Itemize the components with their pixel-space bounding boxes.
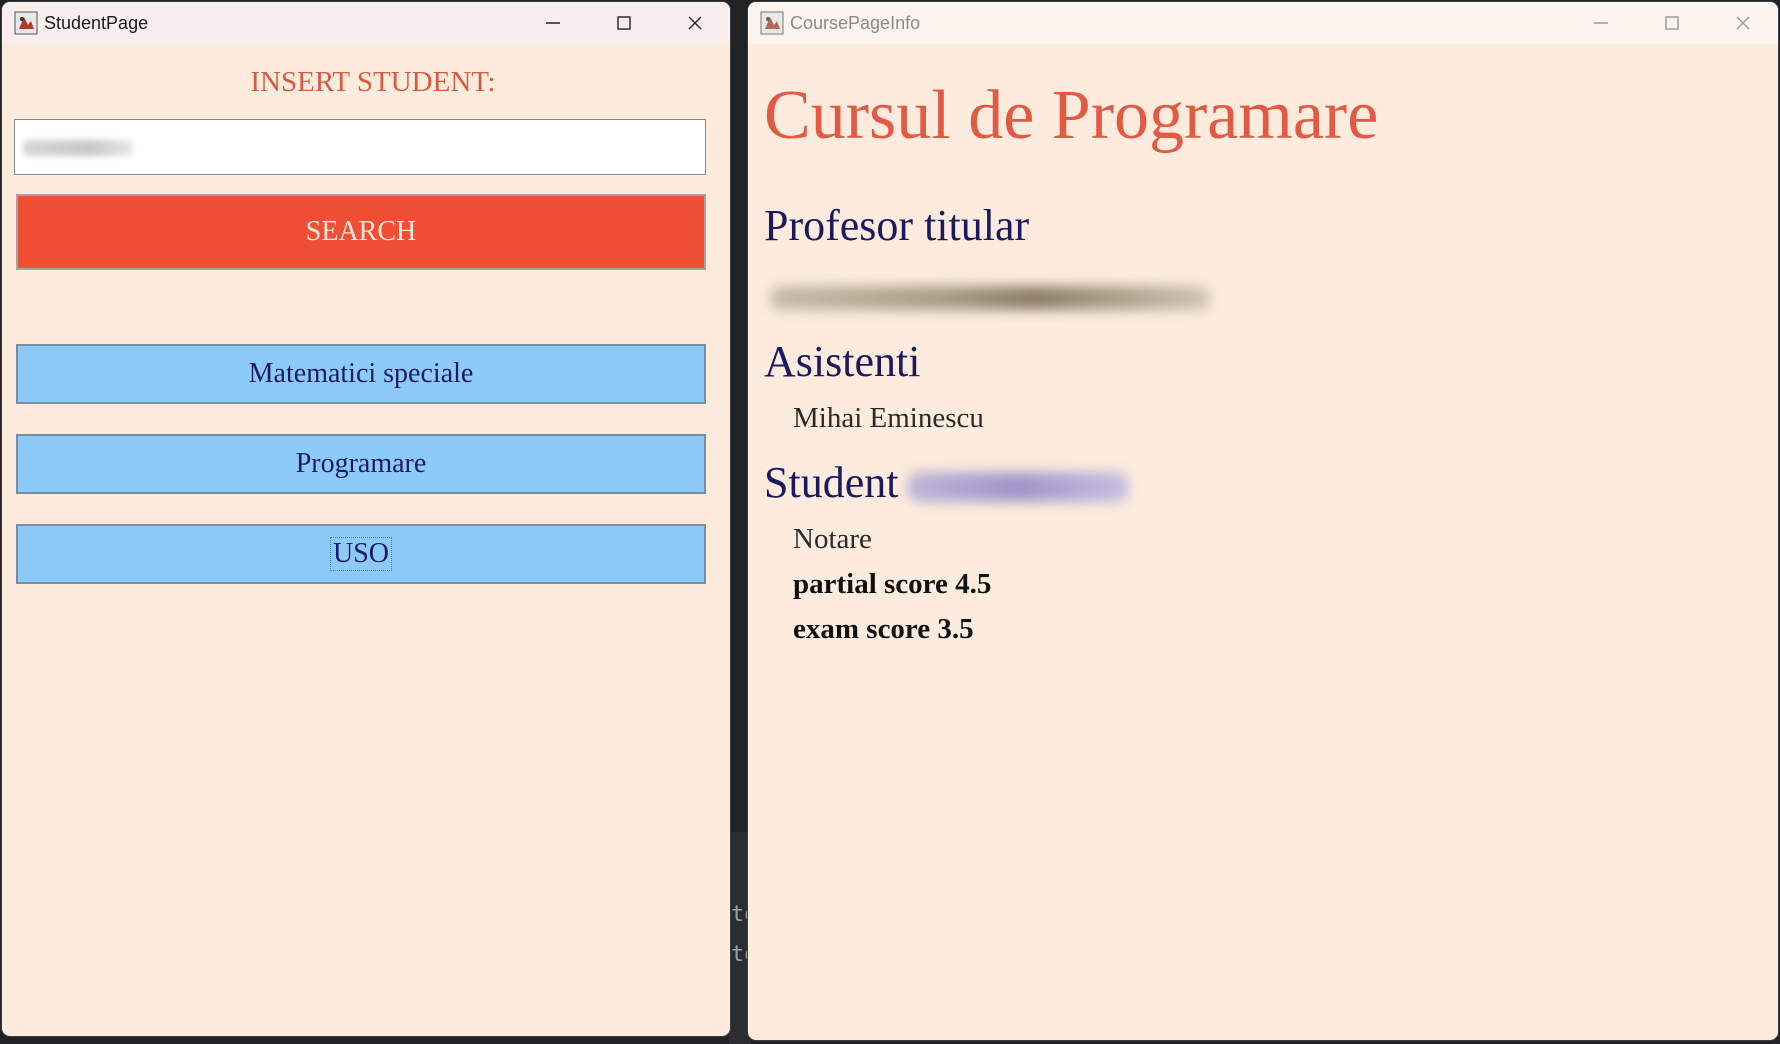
course-button-uso[interactable]: USO [16, 524, 706, 584]
course-title: Cursul de Programare [764, 77, 1379, 154]
window-title: CoursePageInfo [790, 12, 921, 33]
assistants-heading: Asistenti [764, 337, 921, 386]
assistant-name: Mihai Eminescu [793, 402, 984, 434]
java-app-icon [14, 11, 38, 35]
course-page-info-window: CoursePageInfo Cursul de Programare Prof… [748, 2, 1778, 1040]
course-button-matematici-speciale[interactable]: Matematici speciale [16, 344, 706, 404]
professor-heading: Profesor titular [764, 201, 1030, 250]
minimize-button[interactable] [1565, 2, 1636, 44]
maximize-icon [1664, 16, 1679, 30]
minimize-icon [545, 22, 560, 24]
title-bar[interactable]: StudentPage [2, 2, 730, 44]
redacted-professor-name [770, 286, 1210, 310]
course-button-label: Matematici speciale [248, 358, 474, 389]
course-button-label: Programare [295, 448, 427, 479]
maximize-icon [616, 16, 631, 30]
student-page-window: StudentPage INSERT STUDENT: SEARCH Matem… [2, 2, 730, 1036]
course-button-programare[interactable]: Programare [16, 434, 706, 494]
minimize-button[interactable] [517, 2, 588, 44]
redacted-student-name [908, 472, 1128, 502]
course-button-label: USO [329, 537, 393, 571]
minimize-icon [1593, 22, 1608, 24]
maximize-button[interactable] [588, 2, 659, 44]
java-app-icon [760, 11, 784, 35]
search-button[interactable]: SEARCH [16, 194, 706, 270]
window-title: StudentPage [44, 12, 149, 33]
close-button[interactable] [659, 2, 730, 44]
close-icon [688, 16, 701, 30]
redacted-student-name [23, 140, 133, 156]
student-search-input[interactable] [14, 119, 706, 175]
partial-score: partial score 4.5 [793, 568, 992, 600]
student-heading: Student [764, 458, 899, 507]
grades-label: Notare [793, 523, 872, 555]
exam-score: exam score 3.5 [793, 613, 974, 645]
insert-student-label: INSERT STUDENT: [250, 66, 496, 98]
maximize-button[interactable] [1636, 2, 1707, 44]
title-bar[interactable]: CoursePageInfo [748, 2, 1778, 44]
close-button[interactable] [1707, 2, 1778, 44]
close-icon [1736, 16, 1749, 30]
